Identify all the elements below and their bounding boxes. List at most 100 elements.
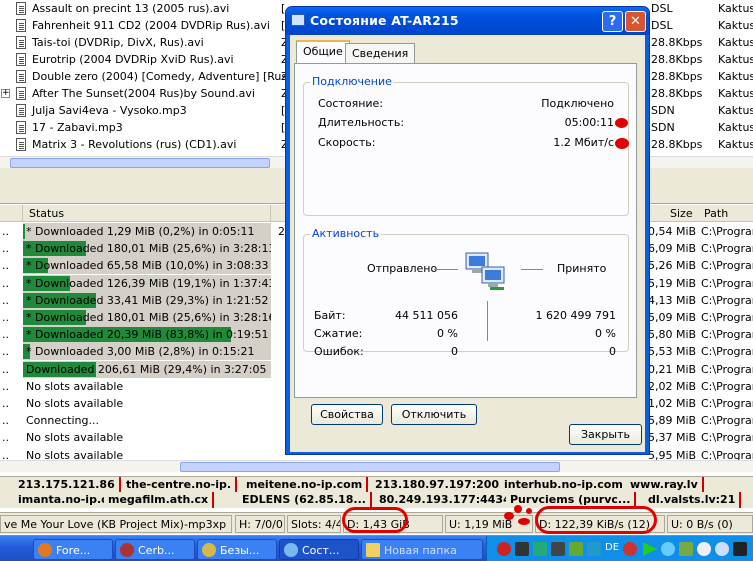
file-icon — [16, 19, 26, 32]
download-size: 0,54 MiB — [648, 225, 697, 238]
file-name: Julja Savi4eva - Vysoko.mp3 — [32, 104, 187, 117]
file-icon — [16, 104, 26, 117]
file-user: Kaktus — [718, 138, 753, 151]
tray-app-icon[interactable] — [697, 542, 711, 556]
bytes-sent: 44 511 056 — [395, 309, 458, 322]
file-user: Kaktus — [718, 87, 753, 100]
errors-label: Ошибок: — [314, 345, 364, 358]
column-header-size[interactable]: Size — [670, 207, 693, 220]
row-marker: .. — [2, 311, 9, 324]
play-icon[interactable] — [643, 542, 657, 556]
download-path: C:\Program — [701, 259, 753, 273]
hub-tab[interactable]: megafilm.ath.cx — [104, 492, 215, 508]
file-icon — [16, 138, 26, 151]
tray-app-icon[interactable] — [497, 542, 511, 556]
download-progress: * Downloaded 33,41 MiB (29,3%) in 1:21:5… — [23, 291, 271, 309]
taskbar-button-cerb[interactable]: Cerb... — [115, 539, 195, 560]
download-progress: * Downloaded 65,58 MiB (10,0%) in 3:08:3… — [23, 257, 271, 275]
help-button[interactable]: ? — [602, 11, 623, 32]
hub-tab[interactable]: www.ray.lv — [626, 477, 704, 493]
file-icon — [16, 36, 26, 49]
folder-icon — [366, 543, 380, 557]
duration-label: Длительность: — [318, 116, 405, 129]
status-ul-speed: U: 0 B/s (0) — [667, 515, 753, 533]
tray-app-icon[interactable] — [733, 542, 747, 556]
row-marker: .. — [2, 345, 9, 359]
download-status-text: * Downloaded 65,58 MiB (10,0%) in 3:08:3… — [26, 259, 269, 273]
download-size: 5,53 MiB — [648, 345, 697, 359]
scrollbar-thumb[interactable] — [180, 462, 560, 472]
hub-tab[interactable]: 80.249.193.177:4434 — [375, 492, 517, 508]
taskbar-button-bezy[interactable]: Безы... — [197, 539, 277, 560]
properties-button[interactable]: Свойства — [311, 404, 383, 425]
scrollbar-thumb[interactable] — [10, 158, 270, 168]
download-path: C:\Program — [701, 379, 753, 393]
file-user: Kaktus — [718, 53, 753, 66]
hub-tab[interactable]: dl.valsts.lv:21 — [644, 492, 742, 508]
hub-tab[interactable]: EDLENS (62.85.18... — [238, 492, 372, 508]
column-header-path[interactable]: Path — [704, 207, 728, 220]
red-scribble — [518, 518, 530, 525]
compression-received: 0 % — [595, 327, 616, 340]
tray-app-icon[interactable] — [551, 542, 565, 556]
download-status-text: * Downloaded 180,01 MiB (25,6%) in 3:28:… — [26, 242, 271, 256]
tab-details[interactable]: Сведения — [345, 43, 416, 65]
tab-general[interactable]: Общие — [296, 40, 350, 64]
download-size: 5,09 MiB — [648, 311, 697, 324]
taskbar-button-new-folder[interactable]: Новая папка — [361, 539, 483, 560]
close-button[interactable]: ✕ — [625, 11, 646, 32]
tray-app-icon[interactable] — [533, 542, 547, 556]
tray-app-icon[interactable] — [515, 542, 529, 556]
file-name: Eurotrip (2004 DVDRip XviD Rus).avi — [32, 53, 234, 66]
download-progress: * Downloaded 1,29 MiB (0,2%) in 0:05:11 — [23, 223, 271, 240]
download-path: C:\Program — [701, 431, 753, 445]
download-path: C:\Program — [701, 242, 753, 256]
download-path: C:\Program — [701, 276, 753, 290]
highlight-downloaded — [342, 507, 408, 533]
tray-app-icon[interactable] — [715, 542, 729, 556]
tray-app-icon[interactable] — [679, 542, 693, 556]
compression-sent: 0 % — [437, 327, 458, 340]
taskbar-button-sost[interactable]: Сост... — [279, 539, 359, 560]
tray-app-icon[interactable] — [587, 542, 601, 556]
download-size: 1,02 MiB — [648, 397, 697, 410]
download-status-text: * Downloaded 3,00 MiB (2,8%) in 0:15:21 — [26, 345, 255, 359]
row-marker: .. — [2, 379, 9, 393]
red-scribble — [526, 508, 532, 514]
status-slots: Slots: 4/4 — [287, 515, 341, 533]
download-progress: * Downloaded 20,39 MiB (83,8%) in 0:19:5… — [23, 326, 271, 344]
hub-tab[interactable]: the-centre.no-ip. — [122, 477, 238, 493]
hub-tab[interactable]: 213.180.97.197:2003 — [371, 477, 513, 493]
state-value: Подключено — [541, 97, 614, 110]
hub-tab[interactable]: 213.175.121.86 — [14, 477, 121, 493]
dialog-title: Состояние AT-AR215 — [310, 13, 459, 28]
download-progress: Downloaded 206,61 MiB (29,4%) in 3:27:05 — [23, 360, 271, 378]
language-indicator[interactable]: DE — [605, 542, 619, 553]
tray-app-icon[interactable] — [661, 542, 675, 556]
dialog-titlebar[interactable]: Состояние AT-AR215 ? ✕ — [286, 7, 649, 35]
disconnect-button[interactable]: Отключить — [391, 404, 477, 425]
row-marker: .. — [2, 431, 9, 445]
downloads-scrollbar[interactable] — [0, 460, 753, 472]
dialog-body: Общие Сведения Подключение Состояние: По… — [290, 35, 645, 452]
hub-tab[interactable]: meitene.no-ip.com — [242, 477, 369, 493]
file-user: Kaktus — [718, 70, 753, 83]
download-path: C:\Program — [701, 362, 753, 376]
tray-app-icon[interactable] — [623, 542, 637, 556]
taskbar-button-fore[interactable]: Fore... — [33, 539, 113, 560]
activity-group-title: Активность — [310, 227, 382, 240]
download-size: 4,13 MiB — [648, 293, 697, 307]
duration-value: 05:00:11 — [564, 116, 614, 129]
file-name: Double zero (2004) [Comedy, Adventure] [… — [32, 70, 312, 83]
column-header-status[interactable]: Status — [29, 207, 64, 220]
network-icon — [284, 543, 298, 557]
file-name: Assault on precint 13 (2005 rus).avi — [32, 2, 230, 15]
tray-app-icon[interactable] — [569, 542, 583, 556]
taskbar: Fore... Cerb... Безы... Сост... Новая па… — [0, 535, 753, 561]
close-dialog-button[interactable]: Закрыть — [569, 424, 642, 445]
download-status-text: No slots available — [26, 431, 124, 445]
errors-sent: 0 — [451, 345, 458, 358]
download-size: 5,19 MiB — [648, 276, 697, 290]
hub-tab[interactable]: interhub.no-ip.com — [500, 477, 629, 493]
file-user: Kaktus — [718, 104, 753, 117]
